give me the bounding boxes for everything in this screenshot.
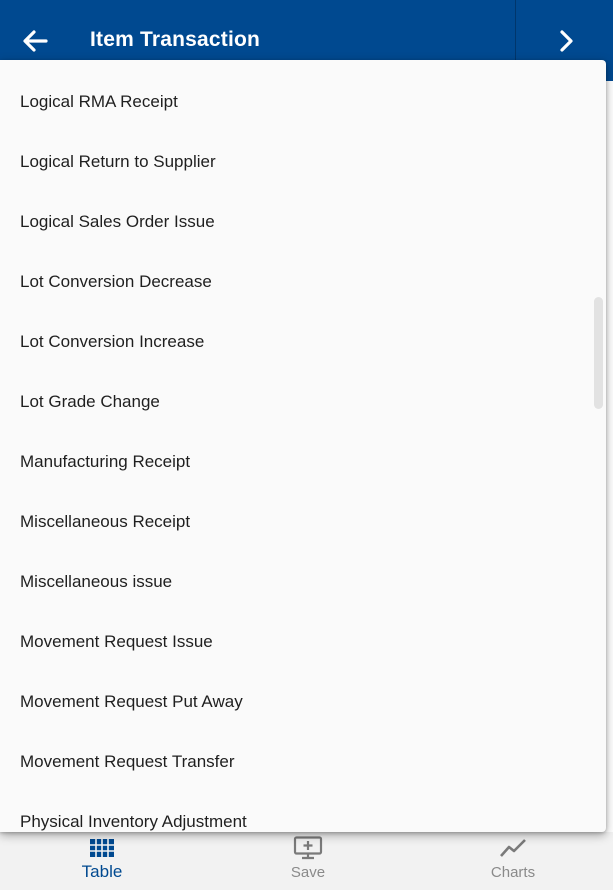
table-grid-icon: [89, 836, 115, 860]
transaction-type-dropdown[interactable]: Logical RMA Receipt Logical Return to Su…: [0, 60, 606, 832]
nav-tab-save-label: Save: [290, 864, 326, 881]
bottom-navigation: Table Save Charts: [0, 832, 613, 890]
dropdown-option[interactable]: Logical Sales Order Issue: [0, 192, 590, 252]
dropdown-option[interactable]: Miscellaneous Receipt: [0, 492, 590, 552]
nav-tab-charts-label: Charts: [490, 864, 536, 881]
dropdown-option[interactable]: Manufacturing Receipt: [0, 432, 590, 492]
dropdown-scrollbar[interactable]: [594, 297, 603, 409]
nav-tab-table-label: Table: [81, 862, 123, 881]
chevron-right-icon: [560, 30, 573, 52]
line-chart-icon: [499, 836, 527, 860]
dropdown-option[interactable]: Miscellaneous issue: [0, 552, 590, 612]
dropdown-option[interactable]: Movement Request Issue: [0, 612, 590, 672]
nav-tab-save[interactable]: Save: [248, 832, 368, 890]
dropdown-option[interactable]: Movement Request Transfer: [0, 732, 590, 792]
page-title: Item Transaction: [90, 28, 261, 51]
arrow-left-icon: [23, 30, 48, 52]
dropdown-option[interactable]: Movement Request Put Away: [0, 672, 590, 732]
nav-tab-table[interactable]: Table: [42, 832, 162, 890]
dropdown-option[interactable]: Physical Inventory Adjustment: [0, 792, 590, 832]
dropdown-option[interactable]: Logical RMA Receipt: [0, 72, 590, 132]
dropdown-option[interactable]: Logical Return to Supplier: [0, 132, 590, 192]
dropdown-option[interactable]: Lot Conversion Increase: [0, 312, 590, 372]
monitor-add-icon: [293, 836, 323, 860]
dropdown-option[interactable]: Lot Conversion Decrease: [0, 252, 590, 312]
nav-tab-charts[interactable]: Charts: [453, 832, 573, 890]
next-button[interactable]: [548, 26, 584, 56]
dropdown-option[interactable]: Lot Grade Change: [0, 372, 590, 432]
back-button[interactable]: [18, 26, 52, 56]
